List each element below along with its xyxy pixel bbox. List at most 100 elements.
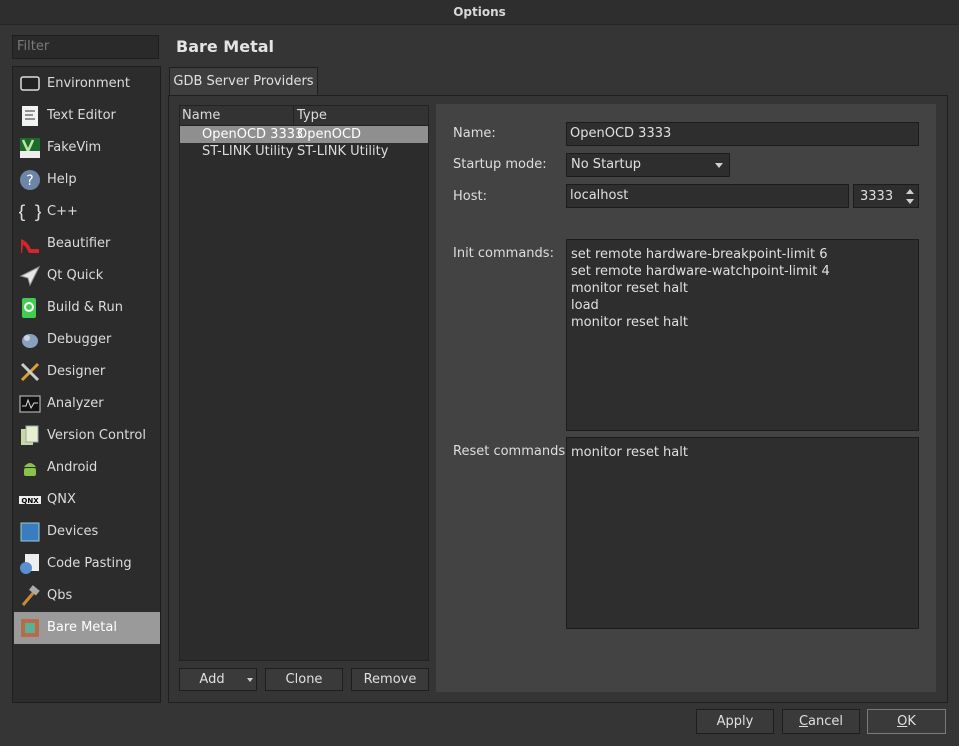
column-header-name[interactable]: Name <box>182 108 220 123</box>
category-label: Bare Metal <box>47 620 117 635</box>
tab-gdb-server-providers[interactable]: GDB Server Providers <box>169 67 318 96</box>
cancel-button[interactable]: Cancel <box>782 709 860 734</box>
category-item-environment[interactable]: Environment <box>14 68 160 100</box>
category-item-designer[interactable]: Designer <box>14 356 160 388</box>
init-commands-label: Init commands: <box>453 246 554 261</box>
high-heel-icon <box>19 233 41 255</box>
category-label: Qt Quick <box>47 268 104 283</box>
clone-button[interactable]: Clone <box>265 668 343 691</box>
table-row[interactable]: OpenOCD 3333 OpenOCD <box>180 126 428 143</box>
provider-type: OpenOCD <box>297 127 362 142</box>
category-item-android[interactable]: Android <box>14 452 160 484</box>
category-label: Android <box>47 460 98 475</box>
svg-text:QNX: QNX <box>21 497 39 505</box>
cancel-label: ancel <box>808 714 844 729</box>
category-label: Debugger <box>47 332 112 347</box>
reset-commands-label: Reset commands: <box>453 444 570 459</box>
category-item-help[interactable]: ? Help <box>14 164 160 196</box>
devices-icon <box>19 521 41 543</box>
category-label: C++ <box>47 204 78 219</box>
column-header-type[interactable]: Type <box>297 108 327 123</box>
init-commands-textarea[interactable]: set remote hardware-breakpoint-limit 6 s… <box>566 239 919 431</box>
list-header: Name Type <box>180 106 428 126</box>
category-label: Qbs <box>47 588 73 603</box>
category-item-cpp[interactable]: { } C++ <box>14 196 160 228</box>
version-control-icon <box>19 425 41 447</box>
providers-list[interactable]: Name Type OpenOCD 3333 OpenOCD ST-LINK U… <box>179 105 429 661</box>
chip-icon <box>19 617 41 639</box>
paper-plane-icon <box>19 265 41 287</box>
category-label: Beautifier <box>47 236 111 251</box>
designer-tools-icon <box>19 361 41 383</box>
category-label: Code Pasting <box>47 556 132 571</box>
code-pasting-icon <box>19 553 41 575</box>
help-icon: ? <box>19 169 41 191</box>
category-item-qbs[interactable]: Qbs <box>14 580 160 612</box>
port-value: 3333 <box>860 189 894 204</box>
startup-mode-value: No Startup <box>571 157 642 172</box>
cancel-mnemonic: C <box>798 714 809 729</box>
build-run-icon <box>19 297 41 319</box>
category-label: Analyzer <box>47 396 104 411</box>
category-label: Version Control <box>47 428 146 443</box>
category-label: Build & Run <box>47 300 123 315</box>
spin-down-icon[interactable] <box>906 199 914 204</box>
category-item-qt-quick[interactable]: Qt Quick <box>14 260 160 292</box>
category-item-analyzer[interactable]: Analyzer <box>14 388 160 420</box>
category-item-beautifier[interactable]: Beautifier <box>14 228 160 260</box>
category-item-code-pasting[interactable]: Code Pasting <box>14 548 160 580</box>
category-label: Help <box>47 172 77 187</box>
text-editor-icon <box>19 105 41 127</box>
provider-name: ST-LINK Utility <box>202 144 294 159</box>
category-list: Environment Text Editor FakeVim ? Help {… <box>12 66 161 703</box>
cpp-braces-icon: { } <box>16 201 45 223</box>
category-item-qnx[interactable]: QNX QNX <box>14 484 160 516</box>
add-button[interactable]: Add <box>179 668 257 691</box>
startup-mode-label: Startup mode: <box>453 157 547 172</box>
category-item-build-run[interactable]: Build & Run <box>14 292 160 324</box>
apply-button[interactable]: Apply <box>696 709 774 734</box>
fakevim-icon <box>19 137 41 159</box>
category-item-bare-metal[interactable]: Bare Metal <box>14 612 160 644</box>
host-label: Host: <box>453 189 487 204</box>
name-label: Name: <box>453 126 496 141</box>
chevron-down-icon[interactable] <box>247 678 253 682</box>
window-title: Options <box>0 0 959 25</box>
category-item-version-control[interactable]: Version Control <box>14 420 160 452</box>
remove-button[interactable]: Remove <box>351 668 429 691</box>
category-label: Devices <box>47 524 99 539</box>
svg-text:?: ? <box>26 173 33 189</box>
hammer-icon <box>19 585 41 607</box>
provider-name: OpenOCD 3333 <box>202 127 304 142</box>
host-field[interactable]: localhost <box>566 184 849 208</box>
chevron-down-icon <box>715 163 723 168</box>
oscilloscope-icon <box>19 393 41 415</box>
startup-mode-select[interactable]: No Startup <box>566 153 730 177</box>
category-item-fakevim[interactable]: FakeVim <box>14 132 160 164</box>
svg-text:{ }: { } <box>19 202 41 223</box>
category-label: Environment <box>47 76 131 91</box>
filter-input[interactable]: Filter <box>12 35 159 59</box>
reset-commands-textarea[interactable]: monitor reset halt <box>566 437 919 629</box>
android-icon <box>19 457 41 479</box>
ok-label: K <box>907 714 916 729</box>
port-spinbox[interactable]: 3333 <box>853 184 919 208</box>
ok-mnemonic: O <box>897 714 908 729</box>
category-label: Designer <box>47 364 106 379</box>
ok-button[interactable]: OK <box>867 709 946 734</box>
monitor-icon <box>19 73 41 95</box>
provider-type: ST-LINK Utility <box>297 144 389 159</box>
category-label: QNX <box>47 492 76 507</box>
table-row[interactable]: ST-LINK Utility ST-LINK Utility <box>180 143 428 160</box>
add-button-label: Add <box>199 672 225 687</box>
name-field[interactable]: OpenOCD 3333 <box>566 122 919 146</box>
category-label: FakeVim <box>47 140 102 155</box>
category-item-debugger[interactable]: Debugger <box>14 324 160 356</box>
category-item-devices[interactable]: Devices <box>14 516 160 548</box>
category-item-text-editor[interactable]: Text Editor <box>14 100 160 132</box>
spin-up-icon[interactable] <box>906 189 914 194</box>
qnx-icon: QNX <box>19 489 41 511</box>
bug-icon <box>19 329 41 351</box>
category-label: Text Editor <box>47 108 116 123</box>
page-title: Bare Metal <box>176 37 275 56</box>
